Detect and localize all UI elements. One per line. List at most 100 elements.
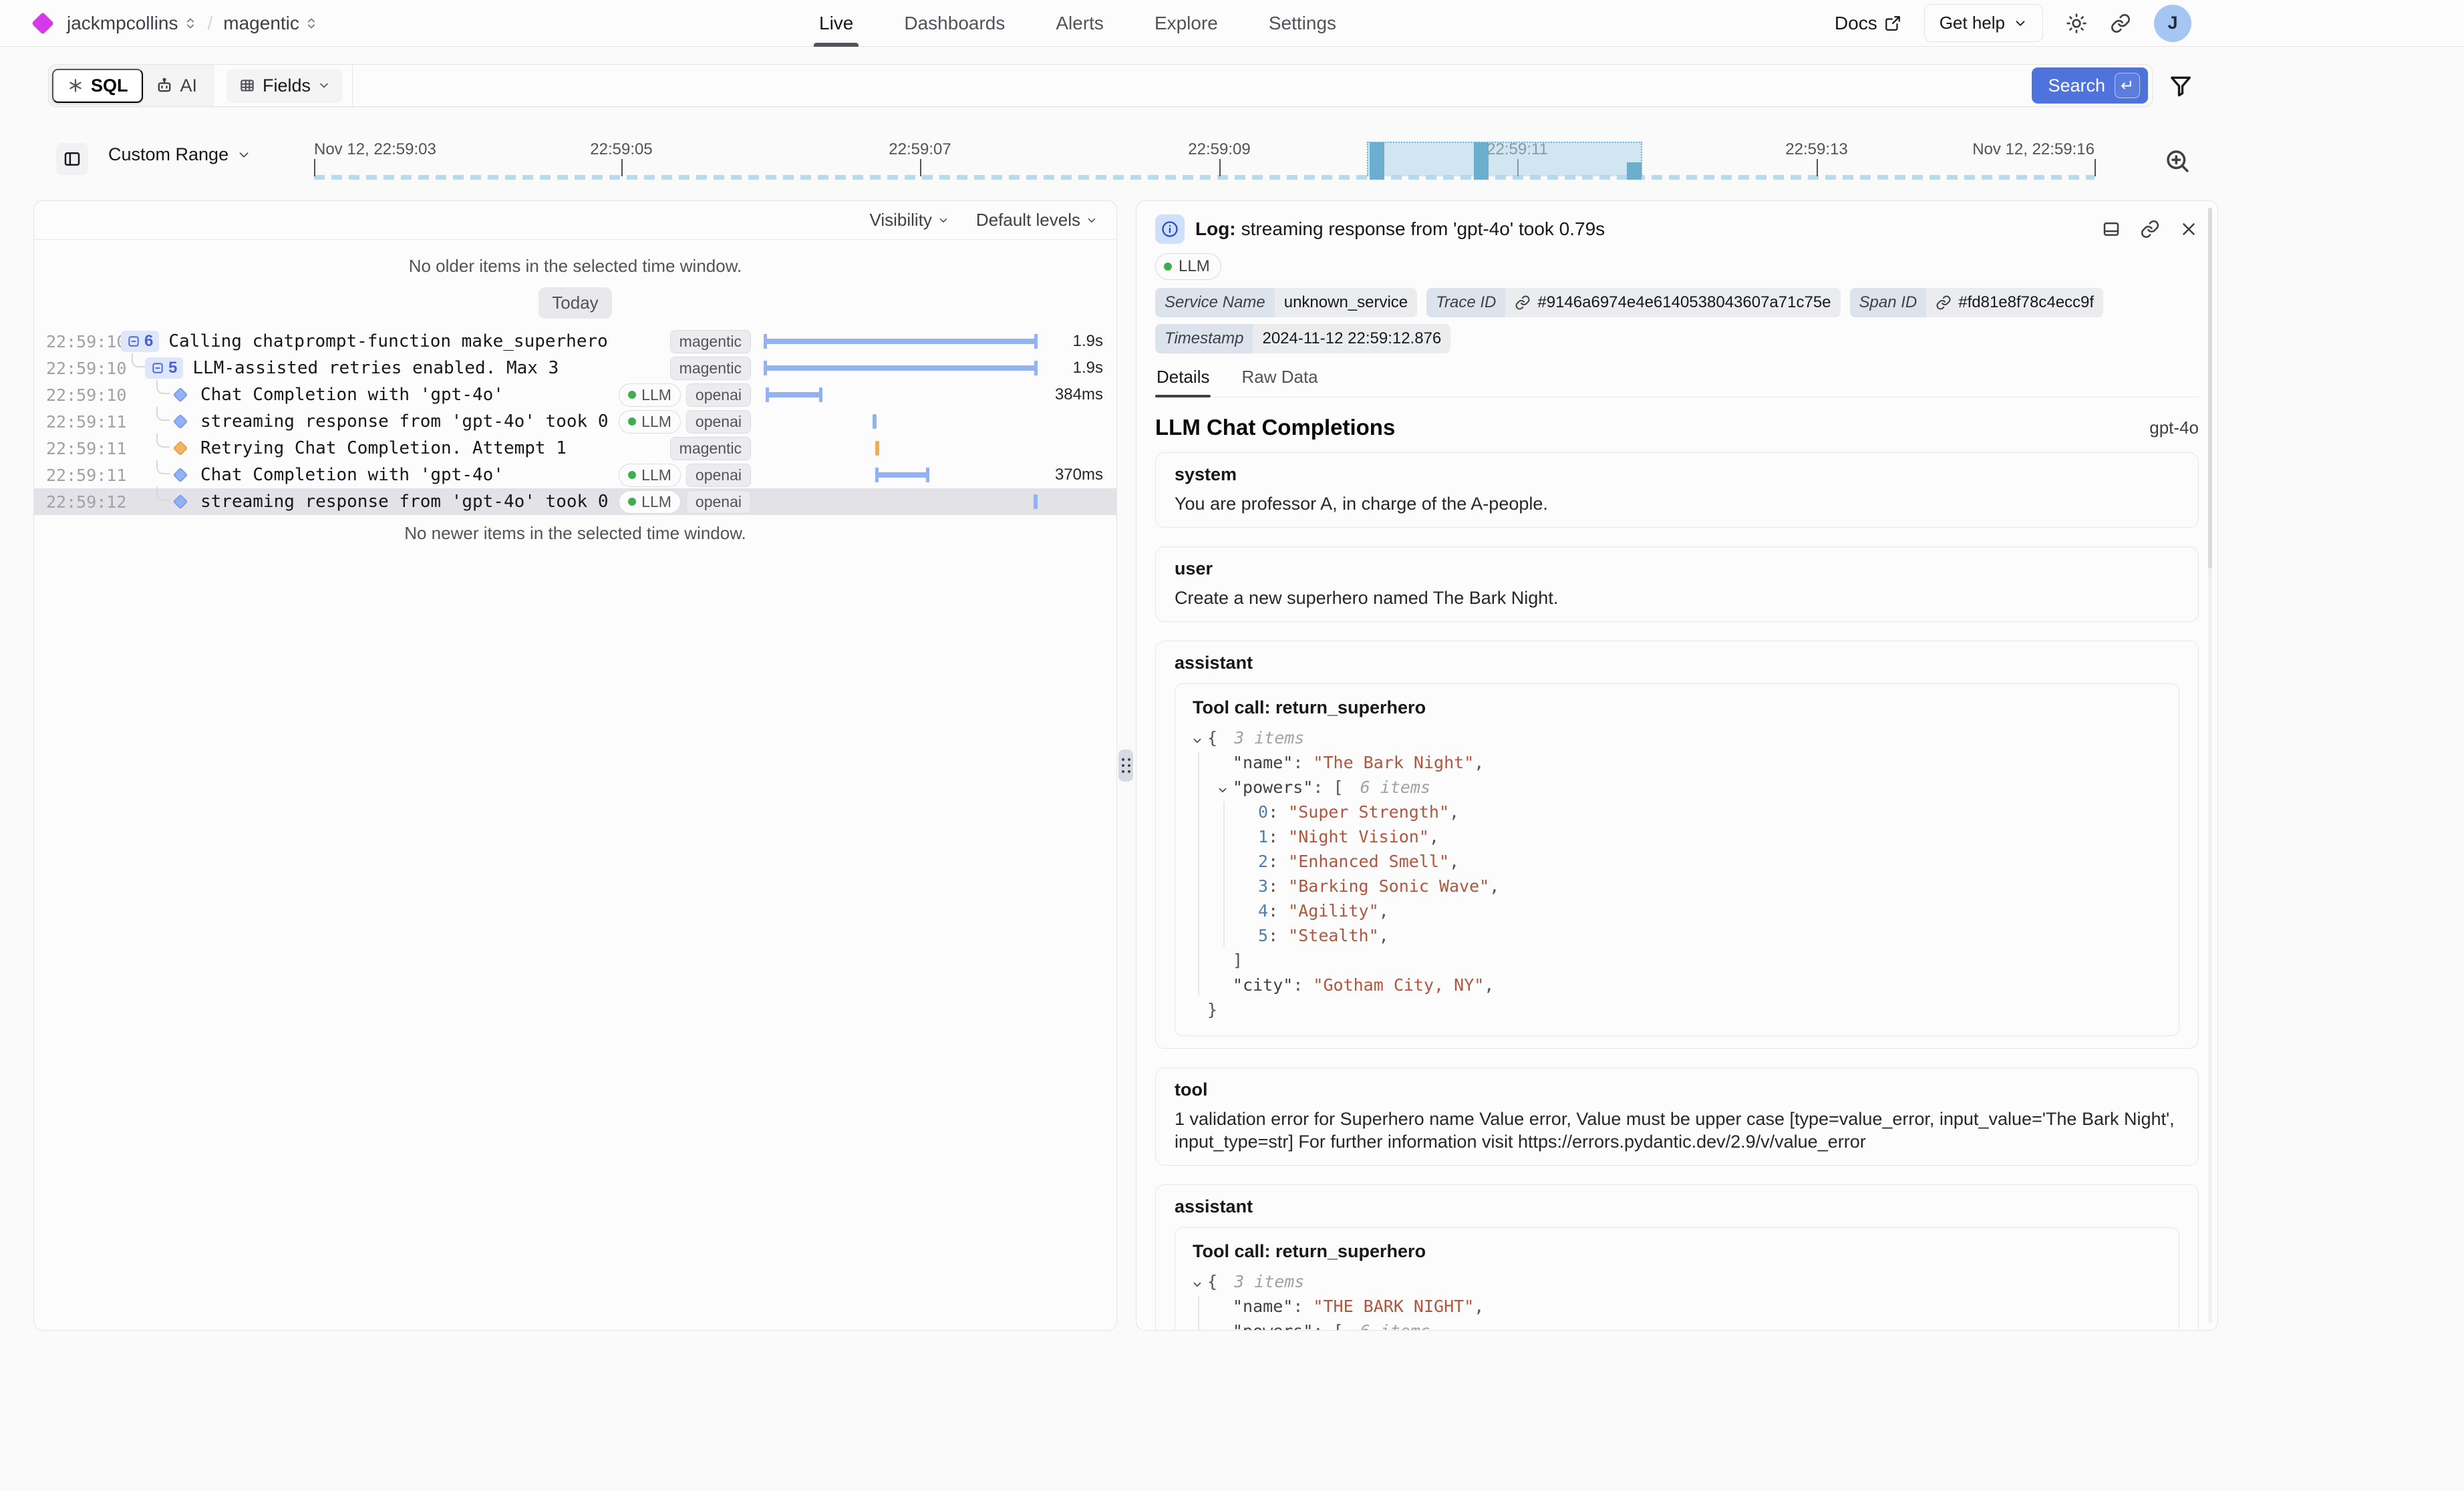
meta-value: #fd81e8f78c4ecc9f [1926,288,2103,317]
visibility-dropdown[interactable]: Visibility [869,210,949,230]
log-list-header: Visibility Default levels [34,201,1116,240]
log-row[interactable]: 22:59:12 streaming response from 'gpt-4o… [34,488,1116,515]
event-tick-bar [873,414,877,429]
square-minus-icon [127,335,140,348]
default-levels-dropdown[interactable]: Default levels [976,210,1098,230]
log-span-track [760,439,1038,458]
log-rows: 22:59:10 6 Calling chatprompt-function m… [34,328,1116,515]
span-diamond-icon [173,468,188,483]
search-button[interactable]: Search ↵ [2032,67,2148,104]
meta-badge-trace-id[interactable]: Trace ID #9146a6974e4e6140538043607a71c7… [1426,288,1840,317]
sql-mode-button[interactable]: SQL [52,69,143,103]
collapse-chevron-icon[interactable] [1191,1275,1203,1295]
org-switcher[interactable]: jackmpcollins [67,13,197,34]
filter-funnel-icon[interactable] [2165,69,2197,102]
service-tag: openai [686,410,751,434]
tree-connector [156,380,170,394]
json-tree-row: } [1193,997,2161,1022]
today-divider: Today [538,287,611,319]
breadcrumb: jackmpcollins / magentic [35,0,318,46]
theme-toggle-sun-icon[interactable] [2066,13,2087,34]
tab-live[interactable]: Live [819,0,853,46]
log-tags: magentic [670,330,751,353]
breadcrumb-separator: / [208,13,213,34]
json-tree-row: "city": "Gotham City, NY", [1193,973,2161,997]
meta-label: Timestamp [1155,324,1253,353]
meta-badge-timestamp[interactable]: Timestamp 2024-11-12 22:59:12.876 [1155,324,1450,353]
log-row[interactable]: 22:59:11 Retrying Chat Completion. Attem… [34,435,1116,462]
json-tree-row: 1: "Night Vision", [1193,824,2161,849]
docs-link[interactable]: Docs [1835,13,1901,34]
json-tree-row: { 3 items [1193,725,2161,750]
collapse-group-badge[interactable]: 6 [121,331,159,352]
log-row[interactable]: 22:59:10 5 LLM-assisted retries enabled.… [34,355,1116,381]
scrollbar-thumb[interactable] [2208,208,2212,568]
json-tree: { 3 items"name": "The Bark Night","power… [1193,725,2161,1022]
message-role: system [1175,465,2179,484]
detail-tab-raw-data[interactable]: Raw Data [1240,361,1319,397]
event-tick-bar [875,441,879,456]
meta-badge-span-id[interactable]: Span ID #fd81e8f78c4ecc9f [1850,288,2104,317]
detail-actions [2101,219,2199,239]
detail-title: Log:streaming response from 'gpt-4o' too… [1195,218,1605,240]
tab-dashboards[interactable]: Dashboards [904,0,1005,46]
top-nav: jackmpcollins / magentic Live Dashboards A… [0,0,2464,47]
timeline-selection[interactable] [1367,142,1642,176]
table-grid-icon [239,77,256,94]
detail-tab-details[interactable]: Details [1155,361,1211,397]
user-avatar[interactable]: J [2154,5,2191,42]
link-icon [1515,295,1531,311]
timeline-histogram-bar [1370,142,1384,180]
collapse-chevron-icon[interactable] [1217,1325,1229,1331]
share-link-icon[interactable] [2110,13,2131,34]
robot-icon [155,76,174,95]
chevron-down-icon [317,79,331,92]
log-row[interactable]: 22:59:11 Chat Completion with 'gpt-4o' L… [34,462,1116,488]
timeline-histogram[interactable]: Nov 12, 22:59:03 22:59:05 22:59:07 22:59… [33,134,2218,194]
log-row[interactable]: 22:59:11 streaming response from 'gpt-4o… [34,408,1116,435]
json-tree-row: 5: "Stealth", [1193,923,2161,948]
meta-value: unknown_service [1275,288,1417,317]
tab-explore[interactable]: Explore [1154,0,1218,46]
get-help-button[interactable]: Get help [1924,4,2043,42]
meta-badge-service-name[interactable]: Service Name unknown_service [1155,288,1417,317]
square-minus-icon [151,361,164,375]
span-diamond-icon [173,494,188,510]
log-tags: LLMopenai [619,490,751,514]
asterisk-icon [67,77,84,94]
timeline-tick-label: Nov 12, 22:59:16 [1972,140,2095,159]
model-name: gpt-4o [2149,418,2199,438]
tab-alerts[interactable]: Alerts [1056,0,1104,46]
timeline-tick-label: 22:59:05 [590,140,652,159]
panel-resize-handle[interactable] [1118,750,1133,782]
timeline-tick [1219,159,1221,176]
timeline-histogram-bar [1627,162,1642,180]
ai-mode-button[interactable]: AI [143,70,210,102]
query-input[interactable] [352,65,2032,106]
section-title: LLM Chat Completions [1155,415,1395,440]
green-dot-icon [628,471,636,479]
log-row[interactable]: 22:59:10 Chat Completion with 'gpt-4o' L… [34,381,1116,408]
project-switcher[interactable]: magentic [223,13,318,34]
fields-button[interactable]: Fields [226,69,343,103]
zoom-in-icon[interactable] [2162,146,2193,176]
llm-badge-label: LLM [1179,257,1210,276]
collapse-chevron-icon[interactable] [1191,731,1203,751]
tab-settings[interactable]: Settings [1269,0,1336,46]
collapse-group-badge[interactable]: 5 [145,357,183,379]
message-role: assistant [1175,1197,2179,1216]
collapse-chevron-icon[interactable] [1217,781,1229,800]
copy-link-icon[interactable] [2140,219,2160,239]
visibility-label: Visibility [869,210,931,230]
docs-label: Docs [1835,13,1877,34]
search-label: Search [2048,75,2105,96]
fields-label: Fields [263,75,311,96]
log-row[interactable]: 22:59:10 6 Calling chatprompt-function m… [34,328,1116,355]
detail-badges: LLM [1155,253,2199,280]
log-time: 22:59:12 [34,492,121,512]
table-view-icon[interactable] [2101,219,2121,239]
timeline-tick-label: 22:59:09 [1188,140,1250,159]
chat-messages: system You are professor A, in charge of… [1155,452,2199,1331]
close-icon[interactable] [2179,219,2199,239]
json-tree-row: 4: "Agility", [1193,898,2161,923]
